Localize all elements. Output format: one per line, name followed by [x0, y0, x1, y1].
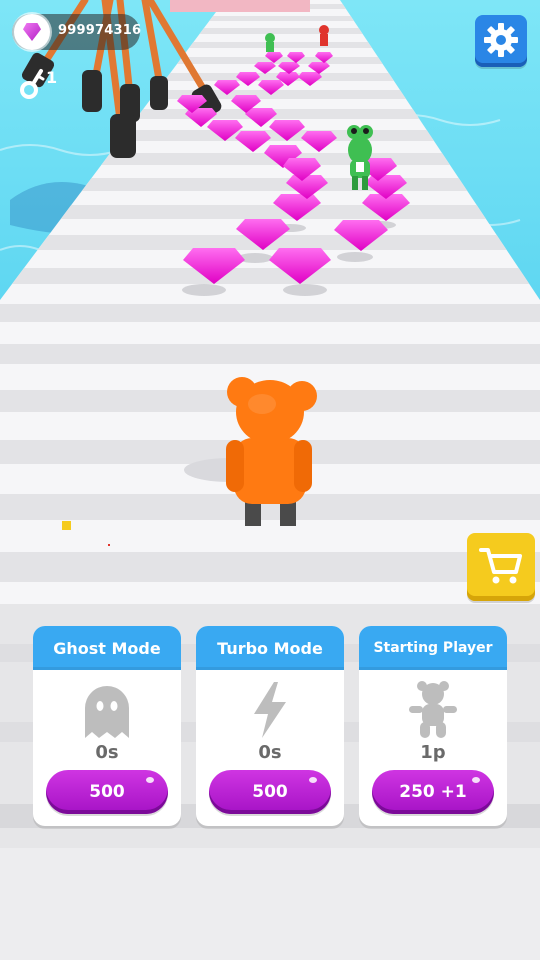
- key-icon: [20, 69, 45, 99]
- starting-player-card: Starting Player 1p 250 +1: [359, 626, 507, 826]
- starting-player-count: 1p: [420, 742, 446, 763]
- card-title: Turbo Mode: [196, 626, 344, 670]
- card-title: Starting Player: [359, 626, 507, 670]
- price-label: 250 +1: [399, 782, 467, 802]
- confetti: [108, 544, 110, 546]
- ghost-duration: 0s: [95, 742, 119, 763]
- settings-button[interactable]: [475, 15, 527, 67]
- card-title: Ghost Mode: [33, 626, 181, 670]
- buy-turbo-mode-button[interactable]: 500: [209, 770, 331, 814]
- ghost-icon: [85, 686, 129, 738]
- key-count: 1: [46, 68, 58, 87]
- gem-icon: [14, 14, 50, 50]
- buy-ghost-mode-button[interactable]: 500: [46, 770, 168, 814]
- ghost-mode-card: Ghost Mode 0s 500: [33, 626, 181, 826]
- keys-indicator: 1: [20, 68, 60, 100]
- gear-icon: [484, 23, 518, 57]
- turbo-duration: 0s: [258, 742, 282, 763]
- finish-gate: [170, 0, 310, 12]
- teddy-bear-icon: [409, 681, 457, 738]
- lightning-icon: [254, 682, 286, 738]
- price-label: 500: [89, 782, 125, 802]
- price-label: 500: [252, 782, 288, 802]
- shop-button[interactable]: [467, 533, 535, 601]
- turbo-mode-card: Turbo Mode 0s 500: [196, 626, 344, 826]
- confetti: [62, 521, 71, 530]
- gem-count: 999974316: [58, 23, 142, 38]
- cart-icon: [479, 548, 522, 584]
- buy-starting-player-button[interactable]: 250 +1: [372, 770, 494, 814]
- gem-counter: 999974316: [12, 14, 142, 50]
- upgrade-panel: Ghost Mode 0s 500 Turbo Mode 0s 500 Star…: [0, 604, 540, 960]
